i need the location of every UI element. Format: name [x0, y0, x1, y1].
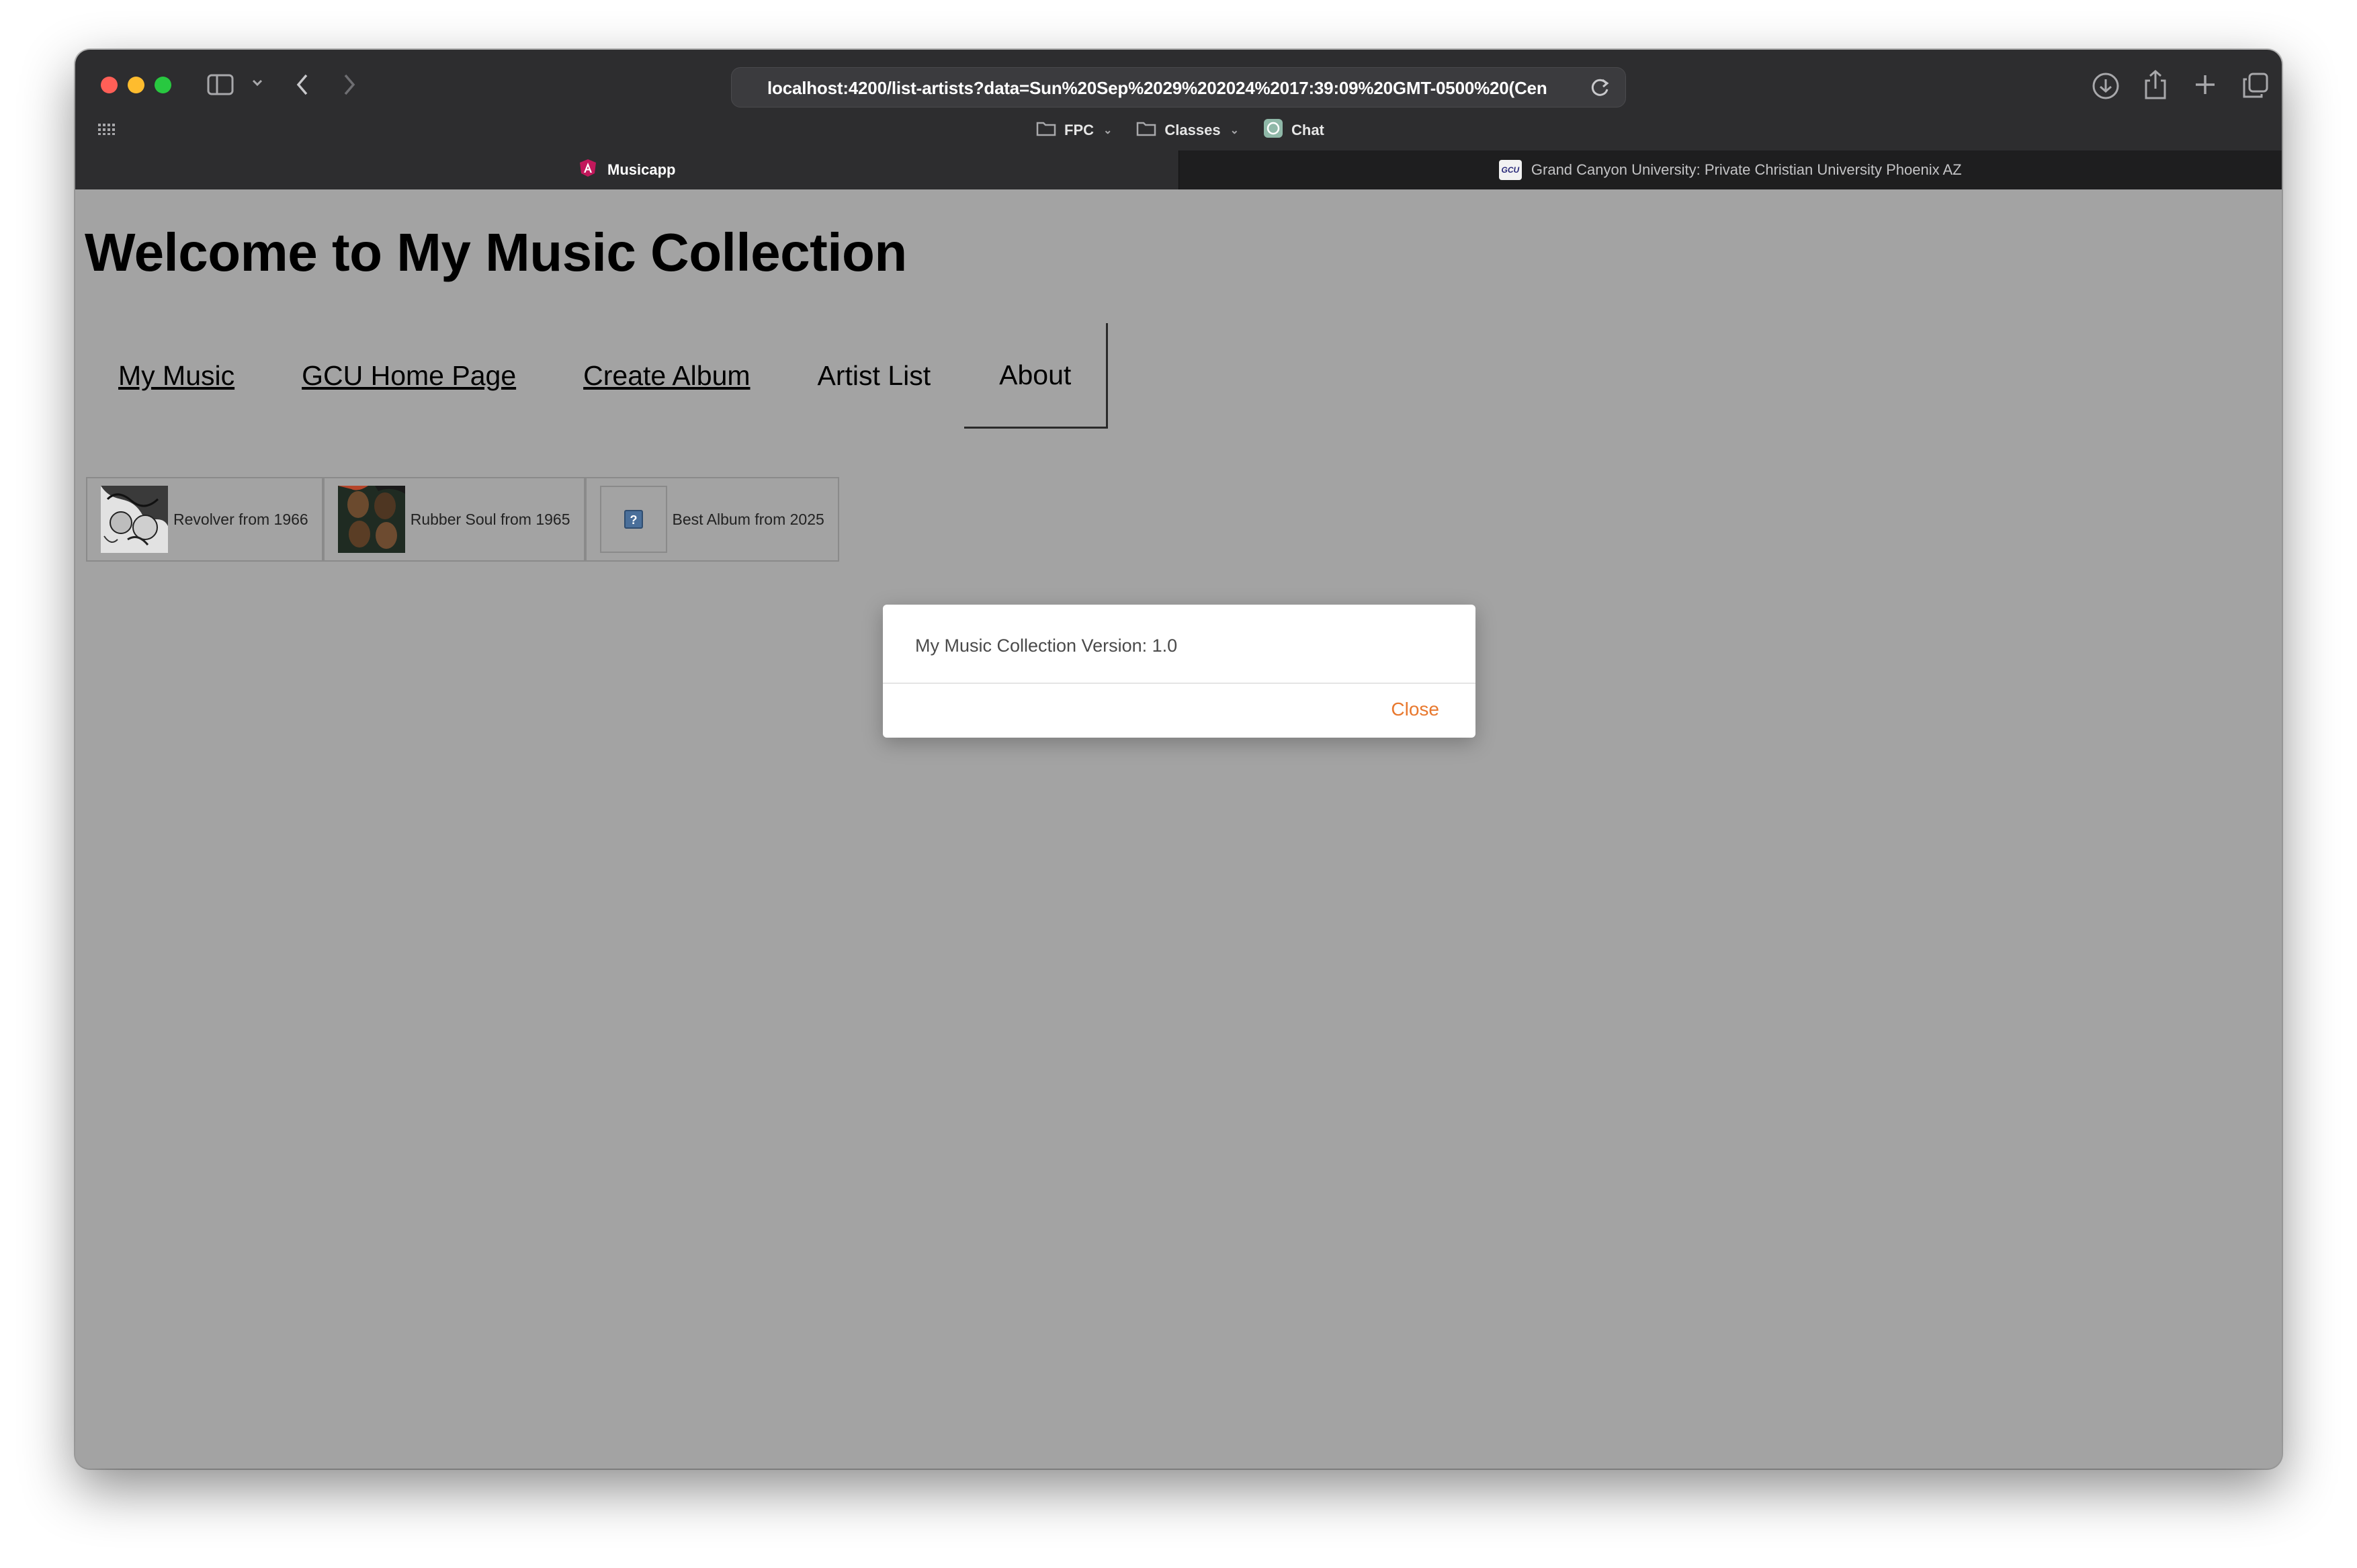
page-content: Welcome to My Music Collection My Music …	[75, 189, 2282, 1469]
download-icon[interactable]	[2091, 71, 2120, 101]
minimize-window-button[interactable]	[128, 77, 144, 93]
dialog-message: My Music Collection Version: 1.0	[883, 605, 1475, 684]
revolver-cover	[101, 486, 168, 553]
forward-arrow-icon[interactable]	[341, 73, 357, 97]
folder-icon	[1136, 120, 1156, 140]
tab-title: Grand Canyon University: Private Christi…	[1531, 161, 1962, 178]
album-label: Revolver from 1966	[173, 510, 308, 528]
close-button[interactable]: Close	[1391, 699, 1439, 720]
angular-favicon	[578, 158, 598, 182]
share-icon[interactable]	[2142, 69, 2169, 101]
album-item-best-album[interactable]: ? Best Album from 2025	[585, 477, 839, 562]
bookmark-chat[interactable]: Chat	[1263, 118, 1324, 142]
nav-link-about[interactable]: About	[964, 322, 1109, 429]
chevron-down-icon: ⌄	[1230, 125, 1239, 136]
folder-icon	[1036, 120, 1056, 140]
close-window-button[interactable]	[101, 77, 118, 93]
tab-title: Musicapp	[607, 161, 676, 178]
url-text[interactable]: localhost:4200/list-artists?data=Sun%20S…	[767, 78, 1567, 99]
nav-link-my-music[interactable]: My Music	[85, 324, 268, 427]
tab-musicapp[interactable]: Musicapp	[75, 150, 1178, 189]
missing-image-icon: ?	[599, 486, 667, 553]
svg-text:?: ?	[630, 513, 637, 527]
nav-link-gcu-home-page[interactable]: GCU Home Page	[268, 324, 550, 427]
album-list: Revolver from 1966 Rubber Soul from 1965	[86, 477, 839, 562]
nav-link-artist-list[interactable]: Artist List	[784, 324, 965, 427]
dialog-footer: Close	[883, 684, 1475, 736]
zoom-window-button[interactable]	[155, 77, 171, 93]
browser-toolbar: localhost:4200/list-artists?data=Sun%20S…	[75, 50, 2282, 189]
browser-window: localhost:4200/list-artists?data=Sun%20S…	[75, 50, 2282, 1469]
bookmark-label: Chat	[1291, 122, 1324, 138]
album-item-rubber-soul[interactable]: Rubber Soul from 1965	[323, 477, 585, 562]
page-title: Welcome to My Music Collection	[85, 222, 907, 282]
bookmark-label: FPC	[1064, 122, 1094, 138]
chevron-down-icon[interactable]	[251, 77, 263, 89]
album-label: Rubber Soul from 1965	[410, 510, 570, 528]
rubber-soul-cover	[337, 486, 405, 553]
album-item-revolver[interactable]: Revolver from 1966	[86, 477, 323, 562]
bookmark-label: Classes	[1164, 122, 1221, 138]
chevron-down-icon: ⌄	[1103, 125, 1113, 136]
chat-favicon	[1263, 118, 1283, 142]
tab-overview-icon[interactable]	[2241, 71, 2270, 99]
about-dialog: My Music Collection Version: 1.0 Close	[883, 605, 1475, 738]
tab-gcu[interactable]: GCU Grand Canyon University: Private Chr…	[1178, 150, 2282, 189]
back-arrow-icon[interactable]	[294, 73, 310, 97]
address-bar[interactable]: localhost:4200/list-artists?data=Sun%20S…	[731, 67, 1626, 107]
bookmark-folder-classes[interactable]: Classes ⌄	[1136, 120, 1239, 140]
apps-grid-icon[interactable]	[97, 122, 116, 139]
reload-icon[interactable]	[1589, 76, 1612, 102]
window-controls	[101, 77, 171, 93]
album-label: Best Album from 2025	[672, 510, 824, 528]
nav-link-create-album[interactable]: Create Album	[550, 324, 783, 427]
main-nav: My Music GCU Home Page Create Album Arti…	[85, 322, 1109, 429]
new-tab-icon[interactable]	[2193, 73, 2217, 97]
tab-bar: Musicapp GCU Grand Canyon University: Pr…	[75, 150, 2282, 189]
bookmarks-bar: FPC ⌄ Classes ⌄ Chat	[1036, 118, 1324, 142]
sidebar-toggle-icon[interactable]	[207, 74, 234, 95]
gcu-favicon: GCU	[1498, 160, 1522, 180]
bookmark-folder-fpc[interactable]: FPC ⌄	[1036, 120, 1112, 140]
